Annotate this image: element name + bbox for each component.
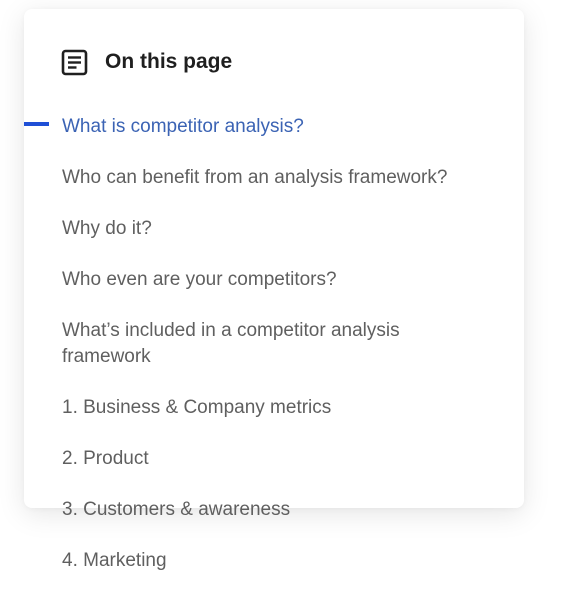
toc-item-product[interactable]: 2. Product (62, 446, 502, 472)
toc-item-customers-awareness[interactable]: 3. Customers & awareness (62, 497, 502, 523)
toc-item-who-are-your-competitors[interactable]: Who even are your competitors? (62, 267, 502, 293)
toc-item-business-company-metrics[interactable]: 1. Business & Company metrics (62, 395, 502, 421)
toc-item-why-do-it[interactable]: Why do it? (62, 216, 502, 242)
toc-item-marketing[interactable]: 4. Marketing (62, 548, 502, 574)
toc-item-who-can-benefit[interactable]: Who can benefit from an analysis framewo… (62, 165, 502, 191)
toc-item-what-is-competitor-analysis[interactable]: What is competitor analysis? (62, 114, 502, 140)
toc-item-whats-included[interactable]: What’s included in a competitor analysis… (62, 318, 482, 370)
toc-list: What is competitor analysis? Who can ben… (0, 0, 573, 590)
